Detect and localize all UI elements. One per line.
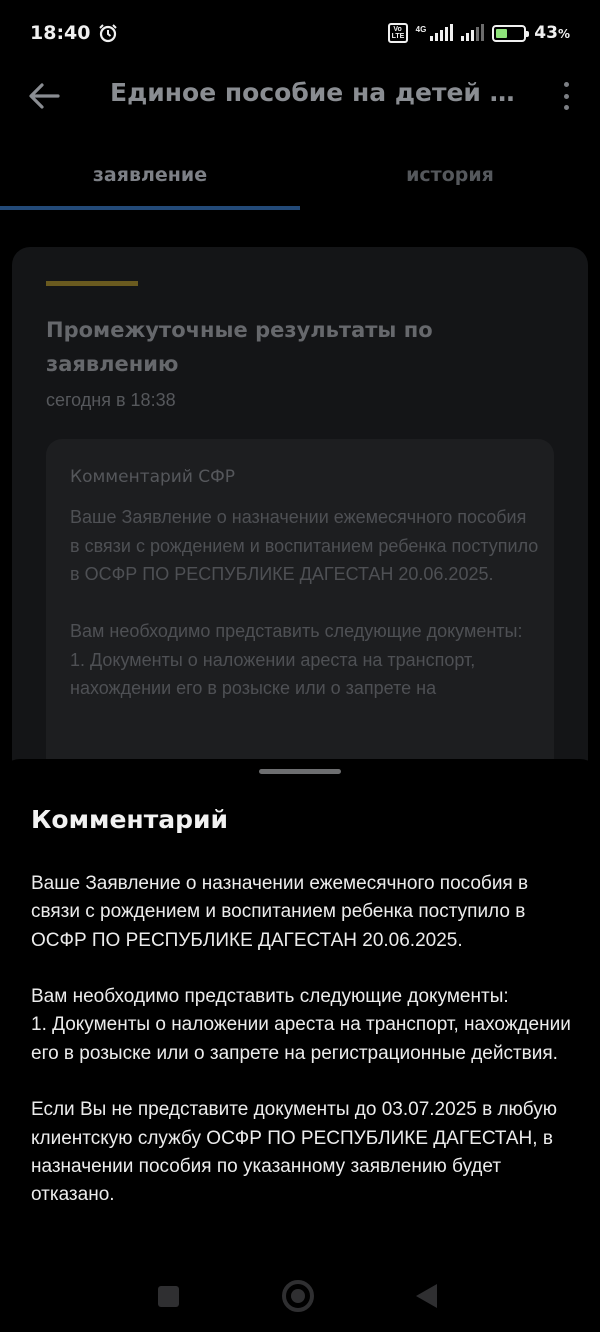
card-date: сегодня в 18:38 [46,390,176,410]
tab-bar: заявление история [0,150,600,212]
battery-charging-icon [492,24,530,42]
sheet-title: Комментарий [31,805,228,834]
signal-icon-sim2 [461,24,485,41]
page-title: Единое пособие на детей и б... [110,78,530,107]
sheet-text: Ваше Заявление о назначении ежемесячного… [31,873,571,1206]
signal-icon [430,24,454,41]
alarm-icon [99,24,118,43]
sheet-drag-handle[interactable] [259,769,341,774]
tab-application[interactable]: заявление [0,150,300,208]
card-accent-line [46,281,138,286]
status-bar: 18:40 Vo LTE 4G 43% [0,0,600,66]
recent-apps-icon[interactable] [158,1286,179,1307]
back-triangle-icon[interactable] [416,1284,437,1308]
active-tab-indicator [0,206,300,210]
system-nav-bar [0,1262,600,1332]
arrow-left-icon[interactable] [24,78,64,114]
battery-percent: 43% [534,23,570,43]
battery-level [496,28,508,38]
tab-history[interactable]: история [300,150,600,208]
network-type-label: 4G [415,25,427,34]
status-time: 18:40 [30,22,91,44]
home-icon[interactable] [282,1280,314,1312]
comment-label: Комментарий СФР [70,467,236,487]
volte-icon: Vo LTE [387,23,408,43]
status-icons: Vo LTE 4G 43% [387,23,570,43]
comment-bottom-sheet[interactable]: Комментарий Ваше Заявление о назначении … [0,759,600,1332]
comment-text: Ваше Заявление о назначении ежемесячного… [70,507,539,698]
app-bar: Единое пособие на детей и б... [0,66,600,126]
more-vertical-icon[interactable] [556,80,576,112]
card-title: Промежуточные результаты по заявлению [46,318,433,376]
